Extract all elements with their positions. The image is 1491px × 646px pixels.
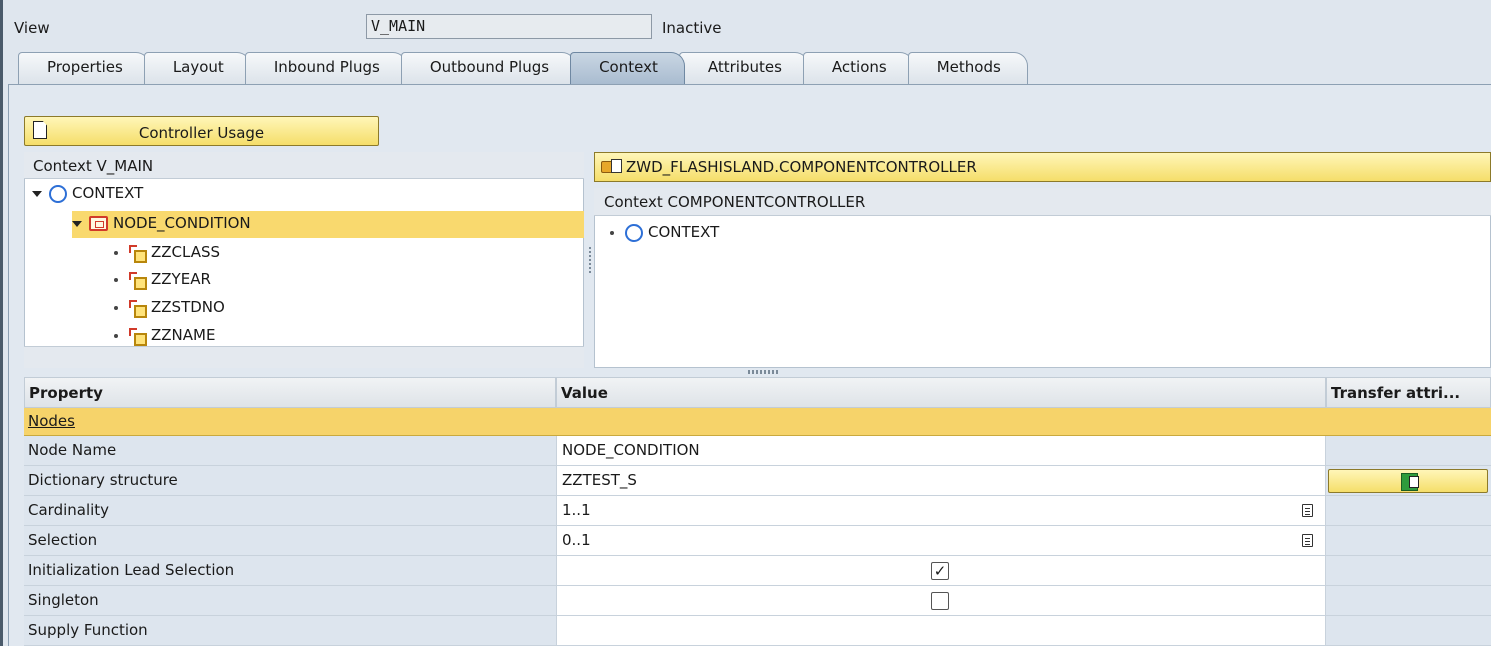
column-header-transfer[interactable]: Transfer attri... xyxy=(1326,377,1491,408)
view-status: Inactive xyxy=(662,19,722,37)
transfer-cell xyxy=(1326,436,1491,466)
table-row: Node Name NODE_CONDITION xyxy=(24,436,1491,466)
controller-name: ZWD_FLASHISLAND.COMPONENTCONTROLLER xyxy=(626,158,977,176)
selection-field[interactable]: 0..1 xyxy=(556,526,1326,556)
tree-scrollbar[interactable] xyxy=(24,346,584,368)
left-edge-bar xyxy=(0,0,3,646)
value-help-icon[interactable] xyxy=(1302,504,1313,517)
attribute-icon xyxy=(129,272,147,290)
table-row: Cardinality 1..1 xyxy=(24,496,1491,526)
tree-node-label: NODE_CONDITION xyxy=(113,214,251,232)
document-icon xyxy=(33,121,47,139)
property-name: Cardinality xyxy=(24,496,556,526)
property-name: Selection xyxy=(24,526,556,556)
attribute-icon xyxy=(129,245,147,263)
table-row: Initialization Lead Selection ✓ xyxy=(24,556,1491,586)
view-context-title: Context V_MAIN xyxy=(24,152,584,179)
transfer-attributes-button[interactable] xyxy=(1328,469,1488,493)
cardinality-value: 1..1 xyxy=(562,501,591,519)
tab-properties[interactable]: Properties xyxy=(18,52,150,84)
context-circle-icon xyxy=(49,184,67,203)
column-header-property[interactable]: Property xyxy=(24,377,556,408)
property-name: Initialization Lead Selection xyxy=(24,556,556,586)
attribute-icon xyxy=(129,300,147,318)
transfer-cell xyxy=(1326,526,1491,556)
bullet-icon xyxy=(114,277,118,282)
horizontal-splitter[interactable] xyxy=(748,370,780,374)
table-row: Selection 0..1 xyxy=(24,526,1491,556)
tree-node-context[interactable]: CONTEXT xyxy=(32,184,143,203)
value-help-icon[interactable] xyxy=(1302,534,1313,547)
dictionary-structure-value[interactable]: ZZTEST_S xyxy=(556,466,1326,496)
controller-usage-button[interactable]: Controller Usage xyxy=(24,116,379,146)
cardinality-field[interactable]: 1..1 xyxy=(556,496,1326,526)
tab-strip: Properties Layout Inbound Plugs Outbound… xyxy=(18,50,1028,84)
tree-attribute-zzstdno[interactable]: ZZSTDNO xyxy=(114,298,225,318)
tab-inbound-plugs[interactable]: Inbound Plugs xyxy=(244,52,407,84)
bullet-icon xyxy=(610,230,614,235)
transfer-cell xyxy=(1326,556,1491,586)
vertical-splitter[interactable] xyxy=(588,152,592,368)
property-name: Node Name xyxy=(24,436,556,466)
tree-attribute-zzname[interactable]: ZZNAME xyxy=(114,326,216,346)
expand-triangle-icon[interactable] xyxy=(72,220,82,227)
table-row: Singleton xyxy=(24,586,1491,616)
component-controller-icon xyxy=(601,158,623,174)
transfer-cell xyxy=(1326,496,1491,526)
tree-attribute-zzyear[interactable]: ZZYEAR xyxy=(114,270,211,290)
tab-context[interactable]: Context xyxy=(570,52,685,84)
tree-attribute-label: ZZNAME xyxy=(151,326,216,344)
controller-selector[interactable]: ZWD_FLASHISLAND.COMPONENTCONTROLLER xyxy=(594,152,1491,182)
tab-layout[interactable]: Layout xyxy=(143,52,251,84)
singleton-cell xyxy=(556,586,1326,616)
tree-node-label: CONTEXT xyxy=(72,184,144,202)
tree-node-label: CONTEXT xyxy=(648,223,720,241)
table-row: Supply Function xyxy=(24,616,1491,646)
tab-outbound-plugs[interactable]: Outbound Plugs xyxy=(400,52,577,84)
controller-context-title: Context COMPONENTCONTROLLER xyxy=(594,188,1491,216)
controller-usage-label: Controller Usage xyxy=(138,124,265,142)
property-name: Dictionary structure xyxy=(24,466,556,496)
tree-attribute-zzclass[interactable]: ZZCLASS xyxy=(114,243,221,263)
transfer-cell xyxy=(1326,616,1491,646)
init-lead-selection-cell: ✓ xyxy=(556,556,1326,586)
group-row-nodes: Nodes xyxy=(24,408,1491,436)
attribute-icon xyxy=(129,328,147,346)
transfer-cell xyxy=(1326,466,1491,496)
selection-value: 0..1 xyxy=(562,531,591,549)
view-label: View xyxy=(14,19,50,37)
context-circle-icon xyxy=(625,223,643,242)
view-name-field[interactable]: V_MAIN xyxy=(366,14,652,39)
group-label[interactable]: Nodes xyxy=(28,412,75,430)
controller-tree-node-context[interactable]: CONTEXT xyxy=(610,223,719,242)
property-name: Singleton xyxy=(24,586,556,616)
init-lead-selection-checkbox[interactable]: ✓ xyxy=(931,562,949,580)
tree-node-node-condition[interactable]: NODE_CONDITION xyxy=(72,211,584,238)
tree-attribute-label: ZZYEAR xyxy=(151,270,211,288)
transfer-cell xyxy=(1326,586,1491,616)
tab-methods[interactable]: Methods xyxy=(907,52,1028,84)
bullet-icon xyxy=(114,250,118,255)
tree-attribute-label: ZZSTDNO xyxy=(151,298,225,316)
tree-attribute-label: ZZCLASS xyxy=(151,243,221,261)
bullet-icon xyxy=(114,333,118,338)
column-header-value[interactable]: Value xyxy=(556,377,1326,408)
property-table: Property Value Transfer attri... Nodes N… xyxy=(24,377,1491,646)
tab-actions[interactable]: Actions xyxy=(802,52,914,84)
context-node-icon xyxy=(89,216,108,231)
singleton-checkbox[interactable] xyxy=(931,592,949,610)
supply-function-field[interactable] xyxy=(556,616,1326,646)
expand-triangle-icon[interactable] xyxy=(32,190,42,197)
tab-attributes[interactable]: Attributes xyxy=(678,52,809,84)
table-row: Dictionary structure ZZTEST_S xyxy=(24,466,1491,496)
node-name-value[interactable]: NODE_CONDITION xyxy=(556,436,1326,466)
property-name: Supply Function xyxy=(24,616,556,646)
bullet-icon xyxy=(114,305,118,310)
